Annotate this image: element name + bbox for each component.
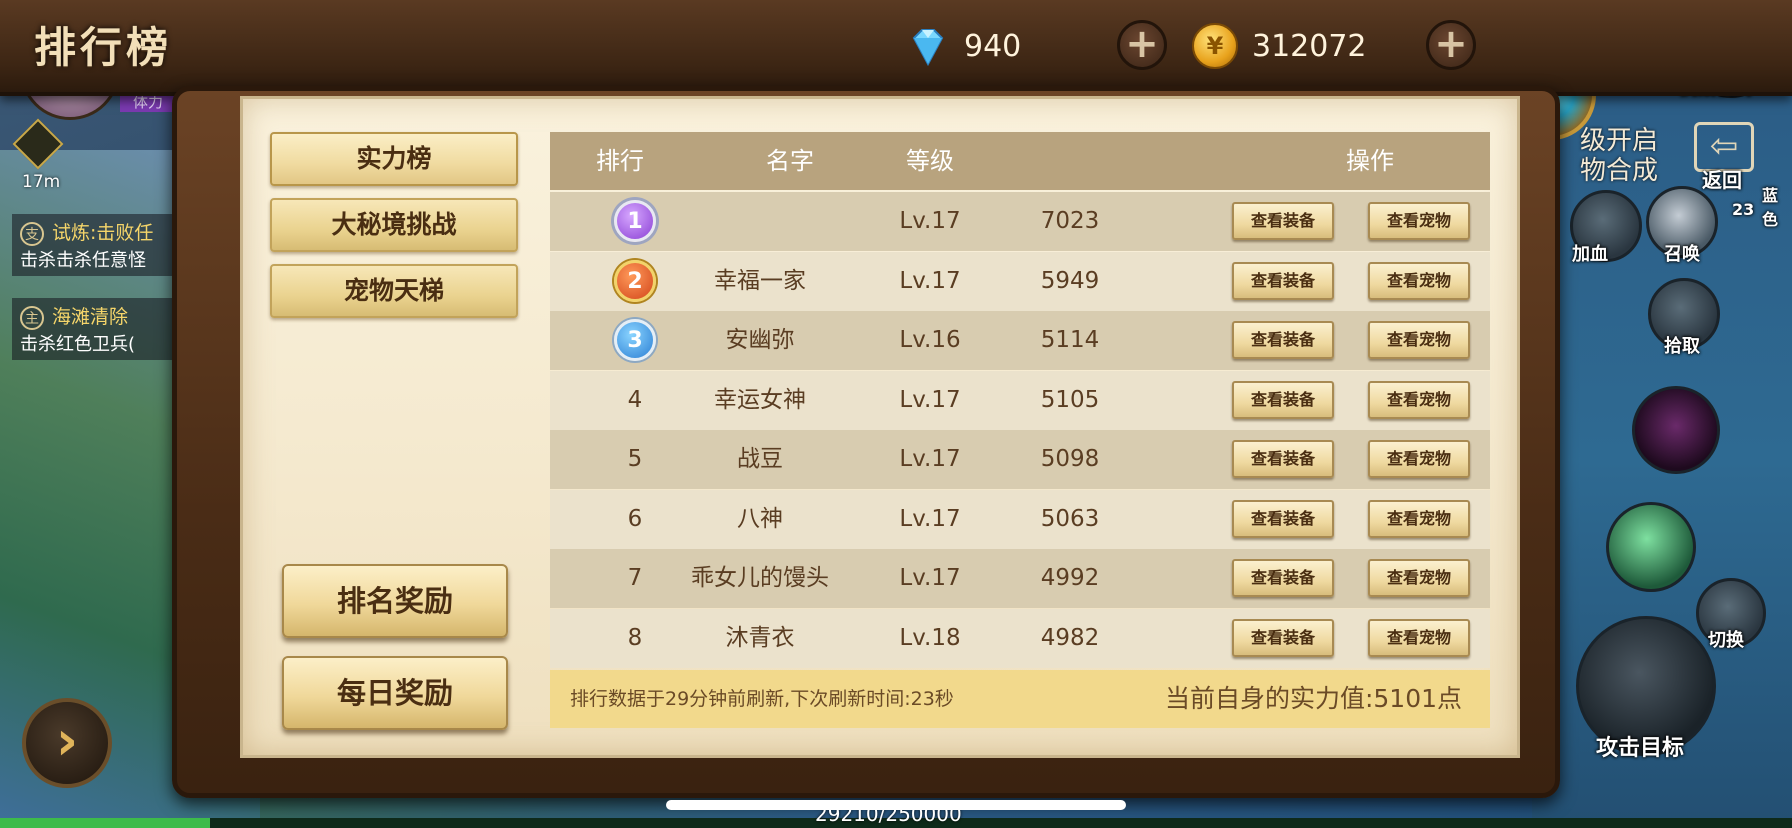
tab-power-ranking[interactable]: 实力榜 — [270, 132, 518, 186]
power-cell: 7023 — [1040, 208, 1100, 234]
diamond-counter: 940 — [906, 20, 1021, 72]
view-pet-button[interactable]: 查看宠物 — [1368, 321, 1470, 359]
level-badge: 23 — [1732, 200, 1755, 219]
name-cell: 安幽弥 — [725, 327, 795, 353]
gold-value: 312072 — [1252, 28, 1367, 64]
diamond-icon — [912, 29, 944, 67]
view-equipment-button[interactable]: 查看装备 — [1232, 202, 1334, 240]
quest-title: 试炼:击败任 — [52, 222, 154, 244]
gold-coin-icon: ¥ — [1192, 23, 1238, 69]
gold-counter: ¥ 312072 — [1192, 20, 1367, 72]
level-cell: Lv.17 — [899, 506, 961, 532]
blue-label: 蓝色 — [1762, 186, 1779, 229]
unlock-hint-2: 物合成 — [1580, 156, 1659, 186]
power-cell: 4982 — [1040, 625, 1100, 651]
exp-bar-fill — [0, 818, 210, 828]
power-cell: 4992 — [1040, 565, 1100, 591]
view-pet-button[interactable]: 查看宠物 — [1368, 440, 1470, 478]
col-name: 名字 — [766, 147, 814, 175]
rank-cell: 4 — [627, 387, 643, 413]
summon-label: 召唤 — [1664, 244, 1700, 265]
level-cell: Lv.17 — [899, 565, 961, 591]
table-row[interactable]: 5 战豆 Lv.17 5098 查看装备 查看宠物 — [550, 430, 1490, 489]
table-row[interactable]: 3 安幽弥 Lv.16 5114 查看装备 查看宠物 — [550, 311, 1490, 370]
skill-mask-button[interactable] — [1632, 386, 1720, 474]
power-cell: 5098 — [1040, 446, 1100, 472]
rank-cell: 7 — [627, 565, 643, 591]
self-power: 当前自身的实力值:5101点 — [1164, 684, 1462, 713]
rank-cell: 8 — [627, 625, 643, 651]
rank-medal-icon: 1 — [614, 200, 656, 242]
quest-tag: 主 — [20, 306, 44, 330]
rank-cell: 6 — [627, 506, 643, 532]
table-header: 排行 名字 等级 操作 — [550, 132, 1490, 190]
view-equipment-button[interactable]: 查看装备 — [1232, 559, 1334, 597]
level-cell: Lv.17 — [899, 208, 961, 234]
level-cell: Lv.18 — [899, 625, 961, 651]
view-pet-button[interactable]: 查看宠物 — [1368, 559, 1470, 597]
daily-reward-button[interactable]: 每日奖励 — [282, 656, 508, 730]
col-rank: 排行 — [596, 147, 644, 175]
col-level: 等级 — [906, 147, 954, 175]
view-pet-button[interactable]: 查看宠物 — [1368, 619, 1470, 657]
level-cell: Lv.17 — [899, 268, 961, 294]
quest-tag: 支 — [20, 222, 44, 246]
view-equipment-button[interactable]: 查看装备 — [1232, 262, 1334, 300]
back-label[interactable]: 返回 — [1702, 164, 1742, 193]
power-cell: 5114 — [1040, 327, 1100, 353]
view-equipment-button[interactable]: 查看装备 — [1232, 321, 1334, 359]
table-row[interactable]: 7 乖女儿的馒头逼 Lv.17 4992 查看装备查看宠物 — [550, 549, 1490, 650]
view-pet-button[interactable]: 查看宠物 — [1368, 381, 1470, 419]
name-cell: 沐青衣 — [725, 625, 795, 651]
name-cell: 幸福一家 — [714, 268, 806, 294]
view-pet-button[interactable]: 查看宠物 — [1368, 202, 1470, 240]
tab-secret-realm[interactable]: 大秘境挑战 — [270, 198, 518, 252]
table-row[interactable]: 8 沐青衣 Lv.18 4982 查看装备 查看宠物 — [550, 609, 1490, 668]
name-cell: 幸运女神 — [714, 387, 806, 413]
potion-distance: 17m — [22, 172, 61, 192]
name-cell: 八神 — [737, 506, 783, 532]
diamond-value: 940 — [964, 28, 1022, 64]
home-indicator[interactable] — [666, 800, 1126, 810]
pickup-label: 拾取 — [1664, 336, 1700, 357]
add-gold-button[interactable]: + — [1426, 20, 1476, 70]
col-action: 操作 — [1346, 147, 1394, 175]
expand-arrow-button[interactable]: › — [22, 698, 112, 788]
skill-blade-button[interactable] — [1606, 502, 1696, 592]
level-cell: Lv.17 — [899, 446, 961, 472]
view-equipment-button[interactable]: 查看装备 — [1232, 440, 1334, 478]
table-row[interactable]: 4 幸运女神 Lv.17 5105 查看装备 查看宠物 — [550, 371, 1490, 430]
view-pet-button[interactable]: 查看宠物 — [1368, 262, 1470, 300]
refresh-info: 排行数据于29分钟前刷新,下次刷新时间:23秒 — [570, 688, 954, 710]
view-pet-button[interactable]: 查看宠物 — [1368, 500, 1470, 538]
level-cell: Lv.16 — [899, 327, 961, 353]
name-cell: 战豆 — [737, 446, 783, 472]
table-row[interactable]: 1 Lv.17 7023 查看装备 查看宠物 — [550, 192, 1490, 251]
attack-target-label: 攻击目标 — [1596, 736, 1685, 761]
power-cell: 5063 — [1040, 506, 1100, 532]
add-diamond-button[interactable]: + — [1117, 20, 1167, 70]
level-cell: Lv.17 — [899, 387, 961, 413]
tab-pet-ladder[interactable]: 宠物天梯 — [270, 264, 518, 318]
name-cell: 乖女儿的馒头逼 — [691, 565, 829, 650]
col-power — [990, 132, 1150, 190]
view-equipment-button[interactable]: 查看装备 — [1232, 381, 1334, 419]
power-cell: 5949 — [1040, 268, 1100, 294]
footer-info-bar: 排行数据于29分钟前刷新,下次刷新时间:23秒 当前自身的实力值:5101点 — [550, 670, 1490, 728]
view-equipment-button[interactable]: 查看装备 — [1232, 500, 1334, 538]
top-bar: 排行榜 940 + ¥ 312072 + — [0, 0, 1792, 96]
page-title: 排行榜 — [34, 23, 173, 72]
view-equipment-button[interactable]: 查看装备 — [1232, 619, 1334, 657]
rank-medal-icon: 3 — [614, 319, 656, 361]
table-row[interactable]: 6 八神 Lv.17 5063 查看装备 查看宠物 — [550, 490, 1490, 549]
rank-cell: 5 — [627, 446, 643, 472]
rank-medal-icon: 2 — [614, 260, 656, 302]
heal-label: 加血 — [1572, 244, 1608, 265]
name-cell — [680, 192, 840, 251]
quest-title: 海滩清除 — [52, 306, 129, 328]
rank-reward-button[interactable]: 排名奖励 — [282, 564, 508, 638]
switch-label: 切换 — [1708, 630, 1744, 651]
power-cell: 5105 — [1040, 387, 1100, 413]
table-row[interactable]: 2 幸福一家 Lv.17 5949 查看装备 查看宠物 — [550, 252, 1490, 311]
